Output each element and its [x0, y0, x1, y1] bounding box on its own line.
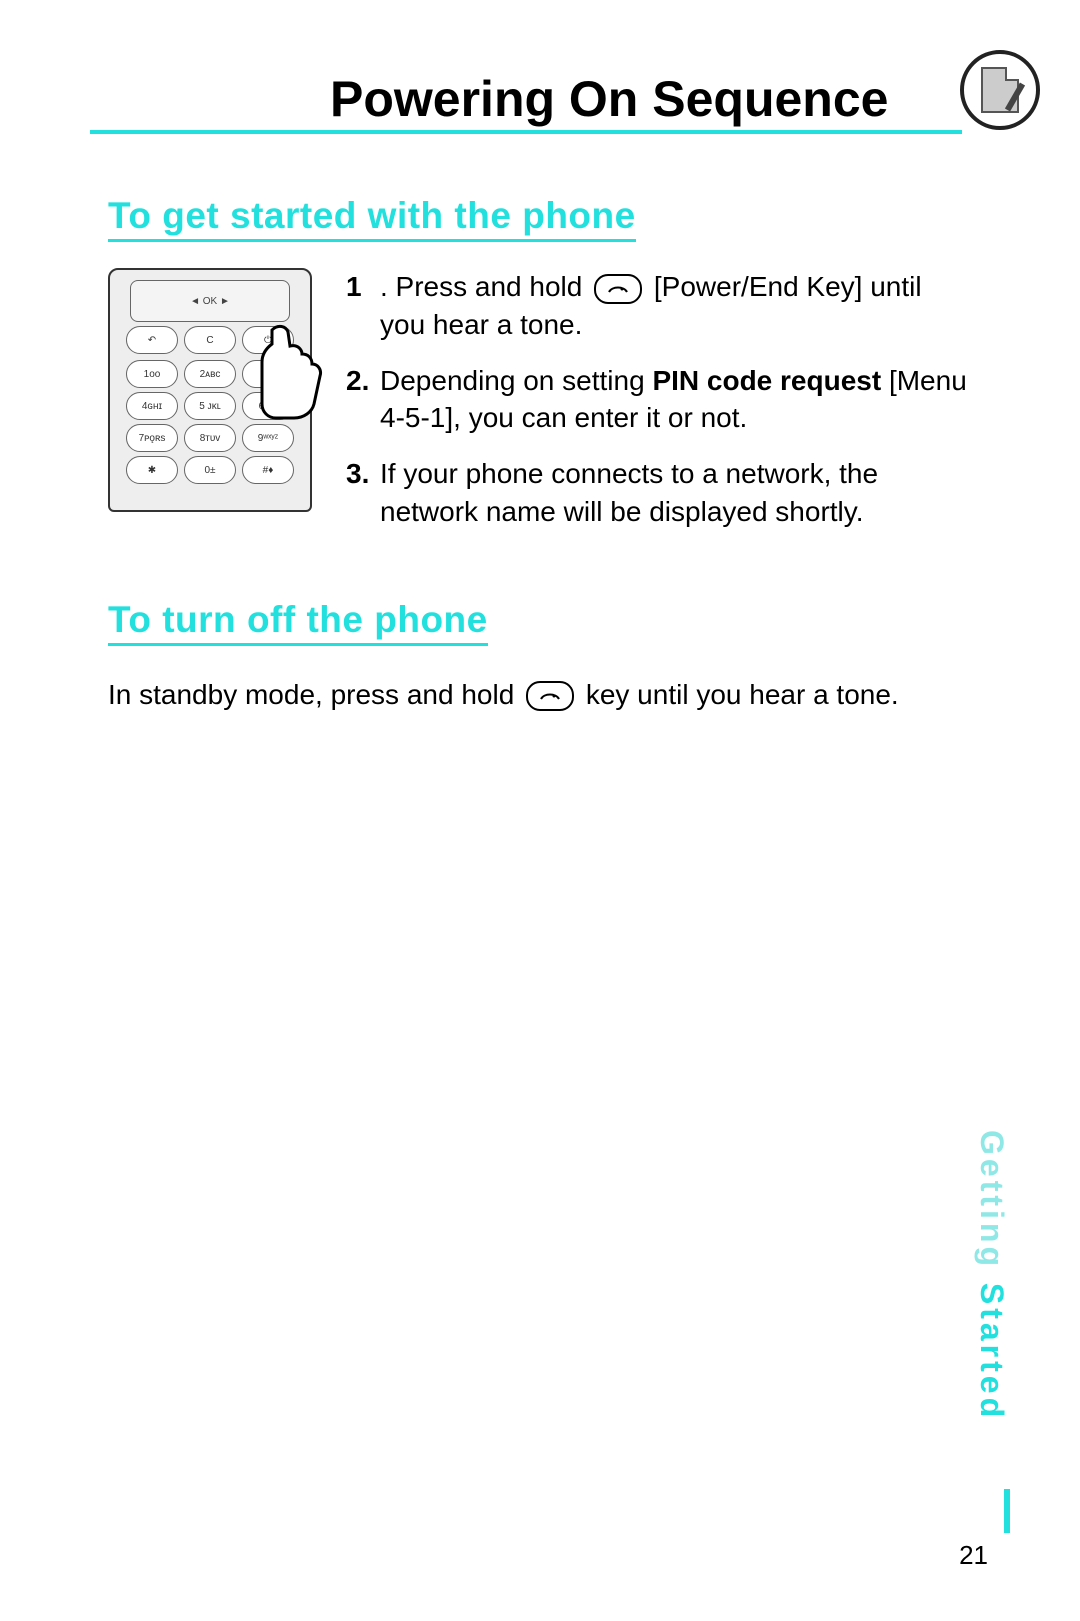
step-text-pre: Depending on setting: [380, 365, 652, 396]
phone-key-hash: #♦: [242, 456, 294, 484]
section-heading-start: To get started with the phone: [108, 195, 636, 242]
step-number: 3.: [346, 455, 380, 531]
pointing-hand-icon: [252, 322, 334, 422]
section-heading-off: To turn off the phone: [108, 599, 488, 646]
phone-key-1: 1ᴏᴏ: [126, 360, 178, 388]
phone-key-star: ✱: [126, 456, 178, 484]
phone-key-0: 0±: [184, 456, 236, 484]
phone-key-call: ↶: [126, 326, 178, 354]
step-text-bold: PIN code request: [652, 365, 881, 396]
step-number: 1: [346, 268, 380, 344]
list-item: 2. Depending on setting PIN code request…: [346, 362, 968, 438]
section-start: To get started with the phone ◄ OK ► ↶ C…: [108, 195, 968, 549]
page-number: 21: [959, 1540, 988, 1571]
step-text: If your phone connects to a network, the…: [380, 458, 878, 527]
step-text-pre: . Press and hold: [380, 271, 590, 302]
off-text-pre: In standby mode, press and hold: [108, 679, 522, 710]
header-rule: [90, 130, 962, 134]
step-number: 2.: [346, 362, 380, 438]
off-text-post: key until you hear a tone.: [586, 679, 899, 710]
steps-list: 1 . Press and hold [Power/End Key] until…: [346, 268, 968, 549]
power-end-key-icon: [594, 274, 642, 304]
list-item: 1 . Press and hold [Power/End Key] until…: [346, 268, 968, 344]
phone-nav-key: ◄ OK ►: [130, 280, 290, 322]
section-off: To turn off the phone In standby mode, p…: [108, 599, 968, 714]
document-pen-icon: [960, 50, 1040, 130]
turn-off-text: In standby mode, press and hold key unti…: [108, 676, 968, 714]
list-item: 3. If your phone connects to a network, …: [346, 455, 968, 531]
phone-key-clear: C: [184, 326, 236, 354]
phone-key-9: 9ʷˣʸᶻ: [242, 424, 294, 452]
phone-key-7: 7ᴘǫʀs: [126, 424, 178, 452]
phone-key-8: 8ᴛᴜᴠ: [184, 424, 236, 452]
power-end-key-icon: [526, 681, 574, 711]
phone-key-4: 4ɢʜɪ: [126, 392, 178, 420]
page-title: Powering On Sequence: [330, 70, 888, 128]
chapter-tab-light: Getting: [974, 1130, 1010, 1283]
chapter-tab: Getting Started: [973, 1130, 1010, 1421]
phone-key-2: 2ᴀʙᴄ: [184, 360, 236, 388]
footer-accent: [1004, 1489, 1010, 1533]
phone-key-5: 5 ᴊᴋʟ: [184, 392, 236, 420]
chapter-tab-dark: Started: [974, 1283, 1010, 1421]
phone-keypad-illustration: ◄ OK ► ↶ C ⏻ 1ᴏᴏ 2ᴀʙᴄ 3ᵈᵉ 4ɢʜɪ 5 ᴊᴋʟ: [108, 268, 312, 512]
